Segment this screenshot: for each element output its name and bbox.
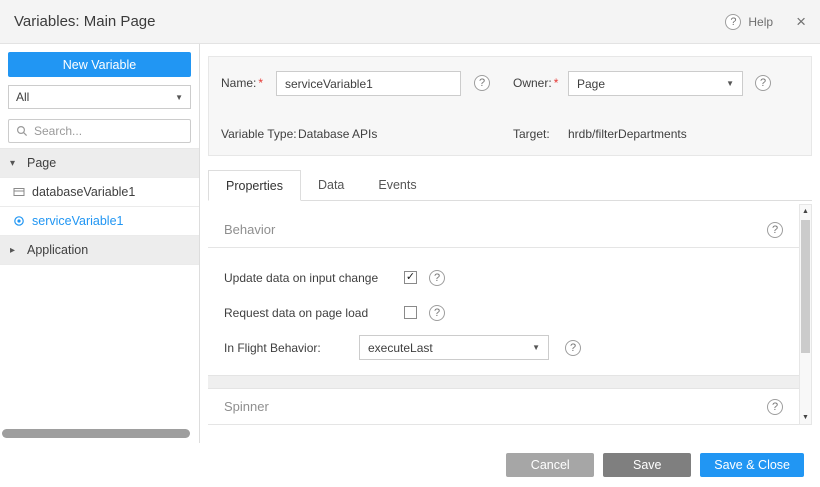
prop-label: Update data on input change bbox=[224, 271, 404, 285]
prop-label: Request data on page load bbox=[224, 306, 404, 320]
chevron-down-icon: ▼ bbox=[726, 79, 734, 88]
chevron-down-icon: ▼ bbox=[175, 93, 183, 102]
in-flight-behavior-select[interactable]: executeLast ▼ bbox=[359, 335, 549, 360]
prop-label: In Flight Behavior: bbox=[224, 341, 359, 355]
tree-item-label: Page bbox=[27, 156, 56, 170]
update-data-checkbox[interactable]: ✓ bbox=[404, 271, 417, 284]
dialog-footer: Cancel Save Save & Close bbox=[0, 443, 820, 487]
owner-selected-value: Page bbox=[577, 77, 605, 91]
prop-help-icon[interactable]: ? bbox=[429, 270, 445, 286]
variables-sidebar: New Variable All ▼ ▾ Page databaseVariab… bbox=[0, 44, 200, 443]
prop-help-icon[interactable]: ? bbox=[429, 305, 445, 321]
database-variable-icon bbox=[13, 186, 25, 198]
search-icon bbox=[16, 125, 28, 137]
tree-item-label: Application bbox=[27, 243, 88, 257]
variables-dialog: Variables: Main Page ? Help × New Variab… bbox=[0, 0, 820, 487]
search-input[interactable] bbox=[34, 124, 183, 138]
scrollbar-thumb[interactable] bbox=[801, 220, 810, 353]
section-header-behavior: Behavior ? bbox=[208, 212, 799, 248]
owner-select[interactable]: Page ▼ bbox=[568, 71, 743, 96]
panel-vertical-scrollbar: ▲ ▼ bbox=[799, 204, 812, 425]
service-variable-icon bbox=[13, 215, 25, 227]
help-icon[interactable]: ? bbox=[725, 14, 741, 30]
detail-tabbar: Properties Data Events bbox=[208, 170, 812, 201]
required-asterisk: * bbox=[554, 76, 559, 90]
variable-search bbox=[8, 119, 191, 143]
properties-panel-content: Behavior ? Update data on input change ✓… bbox=[208, 204, 799, 425]
owner-label: Owner:* bbox=[513, 76, 558, 90]
section-divider bbox=[208, 375, 799, 389]
tree-item-application[interactable]: ▸ Application bbox=[0, 236, 199, 265]
variable-tree: ▾ Page databaseVariable1 serviceVariable… bbox=[0, 148, 199, 265]
save-and-close-button[interactable]: Save & Close bbox=[700, 453, 804, 477]
dialog-header: Variables: Main Page ? Help × bbox=[0, 0, 820, 44]
sidebar-horizontal-scrollbar bbox=[2, 429, 190, 438]
prop-row-in-flight-behavior: In Flight Behavior: executeLast ▼ ? bbox=[208, 330, 799, 365]
spinner-help-icon[interactable]: ? bbox=[767, 399, 783, 415]
name-label: Name:* bbox=[221, 76, 263, 90]
variable-type-value: Database APIs bbox=[298, 127, 377, 141]
required-asterisk: * bbox=[258, 76, 263, 90]
help-label[interactable]: Help bbox=[748, 15, 773, 29]
tab-properties[interactable]: Properties bbox=[208, 170, 301, 201]
owner-help-icon[interactable]: ? bbox=[755, 75, 771, 91]
variable-filter-select[interactable]: All ▼ bbox=[8, 85, 191, 109]
tree-item-label: serviceVariable1 bbox=[32, 214, 123, 228]
tree-item-servicevariable1[interactable]: serviceVariable1 bbox=[0, 207, 199, 236]
variable-type-label: Variable Type: bbox=[221, 127, 297, 141]
variable-summary-form: Name:* ? Owner:* Page ▼ ? Variable Type:… bbox=[208, 56, 812, 156]
page-title: Variables: Main Page bbox=[14, 13, 155, 30]
request-data-checkbox[interactable] bbox=[404, 306, 417, 319]
tab-data[interactable]: Data bbox=[301, 170, 361, 200]
chevron-down-icon: ▼ bbox=[532, 343, 540, 352]
prop-row-update-on-input-change: Update data on input change ✓ ? bbox=[208, 260, 799, 295]
save-button[interactable]: Save bbox=[603, 453, 691, 477]
section-title: Behavior bbox=[224, 222, 275, 237]
scroll-up-icon[interactable]: ▲ bbox=[800, 205, 811, 218]
caret-right-icon[interactable]: ▸ bbox=[10, 245, 20, 256]
in-flight-selected-value: executeLast bbox=[368, 341, 433, 355]
caret-down-icon[interactable]: ▾ bbox=[10, 158, 20, 169]
properties-panel: Behavior ? Update data on input change ✓… bbox=[208, 204, 812, 425]
scroll-down-icon[interactable]: ▼ bbox=[800, 411, 811, 424]
section-title: Spinner bbox=[224, 399, 269, 414]
name-input[interactable] bbox=[276, 71, 461, 96]
tree-item-databasevariable1[interactable]: databaseVariable1 bbox=[0, 178, 199, 207]
cancel-button[interactable]: Cancel bbox=[506, 453, 594, 477]
target-label: Target: bbox=[513, 127, 550, 141]
behavior-rows: Update data on input change ✓ ? Request … bbox=[208, 248, 799, 375]
target-value: hrdb/filterDepartments bbox=[568, 127, 687, 141]
tab-events[interactable]: Events bbox=[361, 170, 433, 200]
scrollbar-thumb[interactable] bbox=[2, 429, 190, 438]
close-icon[interactable]: × bbox=[796, 13, 806, 30]
section-header-spinner: Spinner ? bbox=[208, 389, 799, 425]
behavior-help-icon[interactable]: ? bbox=[767, 222, 783, 238]
filter-selected-value: All bbox=[16, 90, 29, 104]
name-help-icon[interactable]: ? bbox=[474, 75, 490, 91]
tree-item-label: databaseVariable1 bbox=[32, 185, 135, 199]
prop-help-icon[interactable]: ? bbox=[565, 340, 581, 356]
check-icon: ✓ bbox=[406, 272, 415, 283]
prop-row-request-on-page-load: Request data on page load ? bbox=[208, 295, 799, 330]
variable-detail: Name:* ? Owner:* Page ▼ ? Variable Type:… bbox=[200, 44, 820, 443]
tree-item-page[interactable]: ▾ Page bbox=[0, 149, 199, 178]
new-variable-button[interactable]: New Variable bbox=[8, 52, 191, 77]
header-actions: ? Help × bbox=[725, 13, 806, 30]
